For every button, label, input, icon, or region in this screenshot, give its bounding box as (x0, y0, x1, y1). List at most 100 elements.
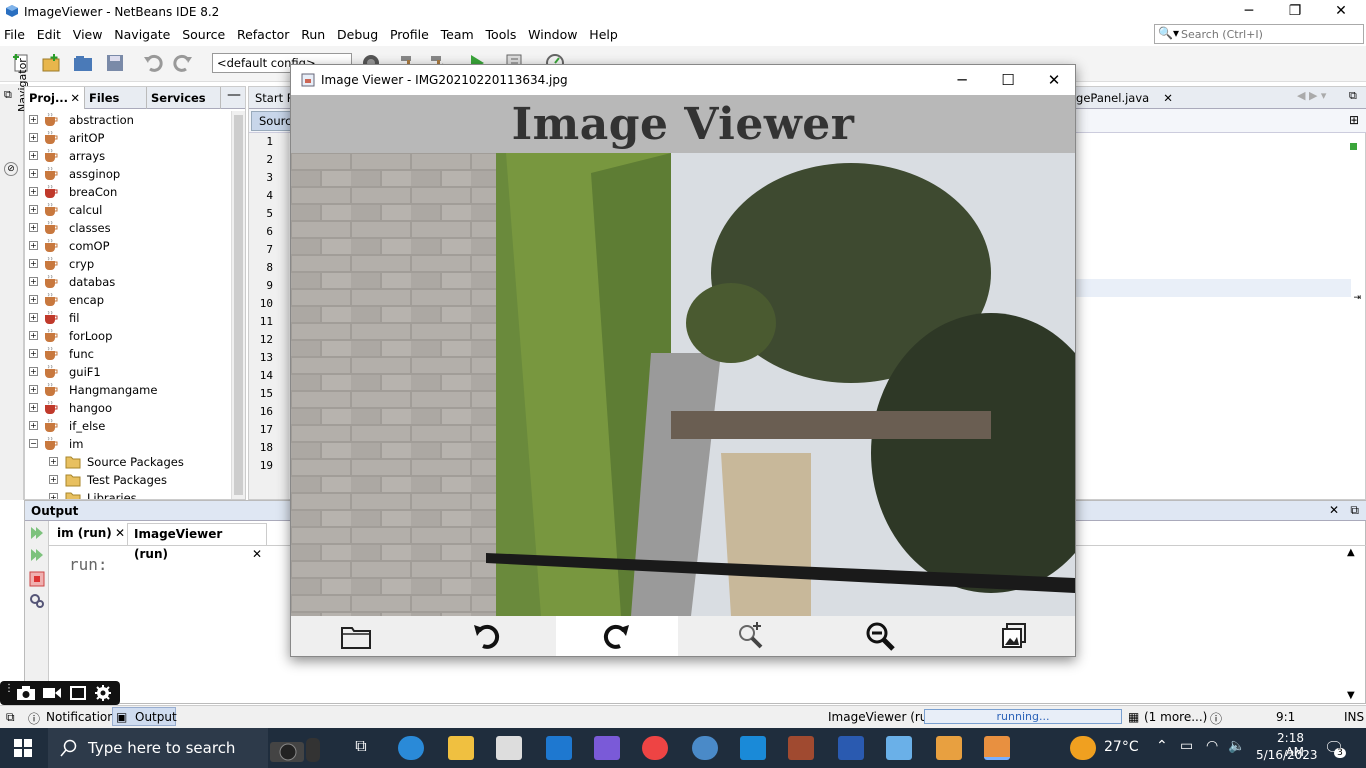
zoom-out-button[interactable] (815, 616, 945, 656)
viewer-image[interactable] (291, 153, 1075, 616)
menu-window[interactable]: Window (524, 24, 581, 45)
project-item[interactable]: + aritOP (25, 129, 230, 147)
file-explorer-icon[interactable] (448, 736, 474, 760)
gallery-button[interactable] (949, 616, 1079, 656)
restore-button[interactable]: ❐ (1272, 0, 1318, 24)
project-item[interactable]: − im (25, 435, 230, 453)
tab-imageviewer-run[interactable]: ImageViewer (run) ✕ (127, 523, 267, 561)
rotate-right-button[interactable] (556, 616, 678, 656)
scroll-down-icon[interactable]: ▼ (1347, 690, 1355, 701)
expand-icon[interactable]: + (29, 115, 38, 124)
new-project-icon[interactable] (40, 52, 62, 74)
project-item[interactable]: + func (25, 345, 230, 363)
redo-icon[interactable] (172, 52, 194, 74)
processes-icon[interactable]: ▦ (1128, 710, 1139, 724)
menu-debug[interactable]: Debug (333, 24, 382, 45)
expand-icon[interactable]: + (29, 151, 38, 160)
clock-date[interactable]: 5/16/2023 (1256, 748, 1318, 762)
project-item[interactable]: + breaCon (25, 183, 230, 201)
navigator-icon[interactable]: ⊘ (4, 162, 18, 176)
project-subitem[interactable]: + Libraries (25, 489, 230, 499)
menu-refactor[interactable]: Refactor (233, 24, 293, 45)
close-button[interactable]: ✕ (1318, 0, 1364, 24)
close-icon[interactable]: ✕ (1163, 91, 1173, 105)
project-item[interactable]: + arrays (25, 147, 230, 165)
project-item[interactable]: + hangoo (25, 399, 230, 417)
viewer-close-button[interactable]: ✕ (1031, 65, 1077, 95)
project-item[interactable]: + cryp (25, 255, 230, 273)
tab-files[interactable]: Files (85, 87, 147, 109)
expand-icon[interactable]: + (29, 241, 38, 250)
screen-icon[interactable] (68, 685, 88, 701)
winrar-icon[interactable] (788, 736, 814, 760)
edge-icon[interactable] (398, 736, 424, 760)
close-icon[interactable]: ✕ (1329, 503, 1339, 517)
expand-icon[interactable]: + (29, 385, 38, 394)
menu-file[interactable]: File (0, 24, 29, 45)
split-editor-icon[interactable]: ⊞ (1349, 113, 1359, 127)
expand-icon[interactable]: + (29, 403, 38, 412)
wifi-icon[interactable]: ◠ (1206, 738, 1218, 754)
volume-icon[interactable]: 🔈 (1228, 738, 1245, 754)
restore-window-icon[interactable]: ⧉ (6, 710, 15, 725)
expand-icon[interactable]: + (49, 475, 58, 484)
project-item[interactable]: + fil (25, 309, 230, 327)
rotate-left-button[interactable] (421, 616, 551, 656)
weather-icon[interactable] (1070, 736, 1096, 760)
tab-projects[interactable]: Proj... ✕ (25, 87, 85, 109)
tab-start-page[interactable]: Start P (249, 87, 294, 109)
expand-icon[interactable]: − (29, 439, 38, 448)
expand-icon[interactable]: + (29, 187, 38, 196)
menu-run[interactable]: Run (297, 24, 329, 45)
expand-icon[interactable]: + (29, 331, 38, 340)
zoom-in-button[interactable] (685, 616, 815, 656)
camera-icon[interactable] (16, 685, 36, 701)
project-item[interactable]: + Hangmangame (25, 381, 230, 399)
expand-icon[interactable]: + (29, 223, 38, 232)
expand-icon[interactable]: + (29, 421, 38, 430)
close-icon[interactable]: ✕ (115, 523, 125, 543)
battery-icon[interactable]: ▭ (1180, 738, 1193, 754)
expand-icon[interactable]: + (29, 349, 38, 358)
expand-icon[interactable]: + (29, 205, 38, 214)
expand-icon[interactable]: + (29, 169, 38, 178)
notifications-button[interactable]: Notifications (46, 710, 121, 724)
close-icon[interactable]: ✕ (70, 87, 80, 109)
scroll-tabs-left-icon[interactable]: ◀ ▶ ▾ (1297, 89, 1326, 102)
menu-navigate[interactable]: Navigate (110, 24, 174, 45)
project-item[interactable]: + classes (25, 219, 230, 237)
drag-handle-icon[interactable]: ⋮ (4, 683, 14, 694)
search-input[interactable] (1181, 26, 1361, 42)
tab-services[interactable]: Services (147, 87, 221, 109)
close-icon[interactable]: ✕ (252, 544, 262, 564)
settings-gear-icon[interactable] (29, 593, 45, 609)
project-item[interactable]: + encap (25, 291, 230, 309)
save-all-icon[interactable] (104, 52, 126, 74)
project-item[interactable]: + databas (25, 273, 230, 291)
expand-icon[interactable]: + (29, 295, 38, 304)
quick-search[interactable]: 🔍▾ (1154, 24, 1364, 44)
output-scrollbar[interactable]: ▲ ▼ (1347, 547, 1361, 701)
copilot-icon[interactable] (594, 736, 620, 760)
scroll-up-icon[interactable]: ▲ (1347, 547, 1355, 558)
gear-icon[interactable] (94, 684, 112, 702)
open-project-icon[interactable] (72, 52, 94, 74)
virtualbox-icon[interactable] (886, 736, 912, 760)
java-running-icon[interactable] (984, 736, 1010, 760)
minimize-panel-icon[interactable]: — (227, 87, 241, 103)
project-subitem[interactable]: + Test Packages (25, 471, 230, 489)
viewer-minimize-button[interactable]: ─ (939, 65, 985, 95)
project-item[interactable]: + comOP (25, 237, 230, 255)
expand-icon[interactable]: + (29, 313, 38, 322)
minimize-button[interactable]: ─ (1226, 0, 1272, 24)
menu-source[interactable]: Source (178, 24, 229, 45)
more-processes[interactable]: (1 more...) (1144, 710, 1207, 724)
viewer-maximize-button[interactable]: ☐ (985, 65, 1031, 95)
taskbar-search[interactable]: Type here to search (48, 728, 320, 768)
expand-icon[interactable]: + (49, 493, 58, 499)
restore-window-icon[interactable]: ⧉ (4, 88, 12, 102)
project-item[interactable]: + forLoop (25, 327, 230, 345)
tab-imagepanel[interactable]: agePanel.java ✕ (1069, 87, 1173, 109)
info-icon[interactable]: ⓘ (1210, 710, 1222, 727)
restore-editor-icon[interactable]: ⧉ (1349, 89, 1357, 103)
